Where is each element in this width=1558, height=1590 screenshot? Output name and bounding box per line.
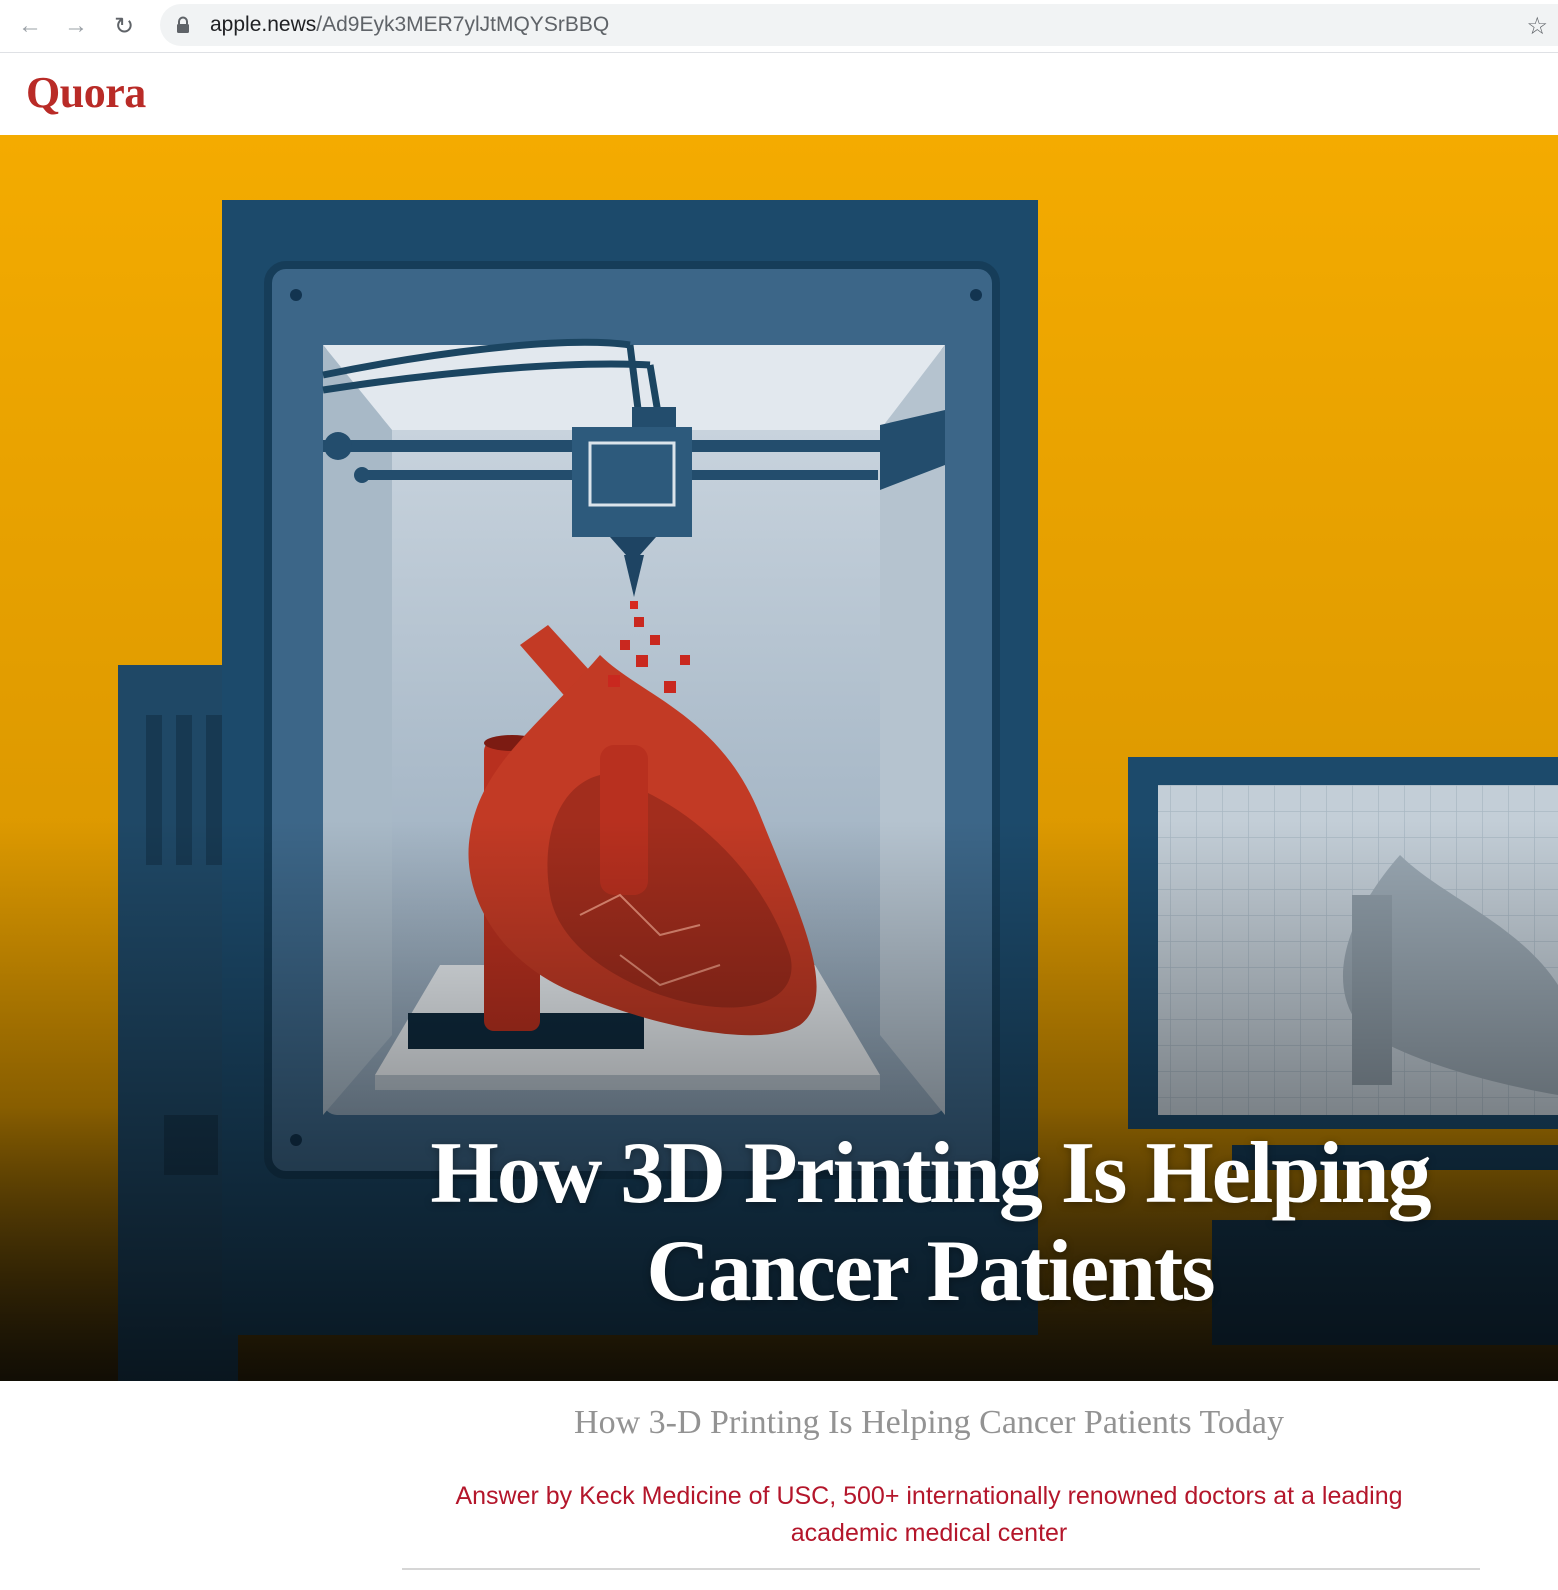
- browser-toolbar: ← → ↻ apple.news/Ad9Eyk3MER7ylJtMQYSrBBQ…: [0, 0, 1558, 53]
- url-path: /Ad9Eyk3MER7ylJtMQYSrBBQ: [316, 13, 610, 36]
- back-arrow-icon[interactable]: ←: [14, 10, 46, 42]
- lock-icon: [177, 16, 189, 33]
- article-byline[interactable]: Answer by Keck Medicine of USC, 500+ int…: [396, 1478, 1462, 1552]
- divider: [402, 1568, 1480, 1570]
- hero-title: How 3D Printing Is Helping Cancer Patien…: [360, 1125, 1500, 1321]
- star-icon[interactable]: ☆: [1526, 12, 1548, 41]
- site-header: Quora: [0, 53, 1558, 135]
- hero-image: How 3D Printing Is Helping Cancer Patien…: [0, 135, 1558, 1381]
- url-text[interactable]: apple.news/Ad9Eyk3MER7ylJtMQYSrBBQ: [210, 13, 609, 37]
- url-host: apple.news: [210, 13, 317, 36]
- address-bar[interactable]: apple.news/Ad9Eyk3MER7ylJtMQYSrBBQ ☆: [160, 4, 1558, 46]
- byline-line1: Answer by Keck Medicine of USC, 500+ int…: [455, 1482, 1403, 1510]
- byline-line2: academic medical center: [790, 1519, 1068, 1547]
- article-subtitle: How 3-D Printing Is Helping Cancer Patie…: [574, 1404, 1284, 1441]
- reload-icon[interactable]: ↻: [108, 10, 140, 42]
- quora-logo[interactable]: Quora: [26, 67, 146, 118]
- forward-arrow-icon[interactable]: →: [60, 10, 92, 42]
- hero-title-line1: How 3D Printing Is Helping: [430, 1125, 1431, 1222]
- hero-title-line2: Cancer Patients: [646, 1223, 1215, 1320]
